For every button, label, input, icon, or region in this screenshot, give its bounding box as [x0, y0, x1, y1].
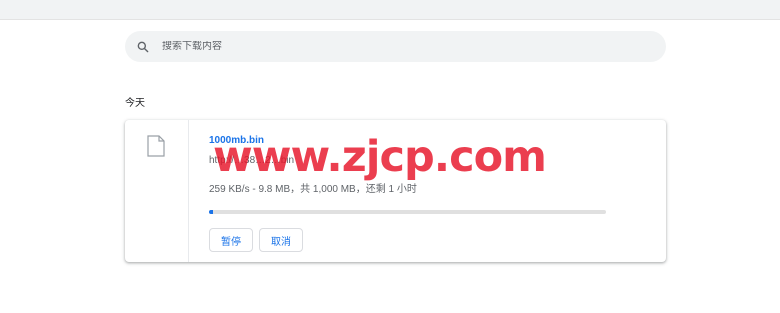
- search-bar[interactable]: [125, 31, 666, 62]
- download-filename-link[interactable]: 1000mb.bin: [209, 135, 649, 146]
- file-icon: [147, 135, 165, 157]
- download-actions: 暂停 取消: [209, 228, 303, 252]
- download-status-text: 259 KB/s - 9.8 MB，共 1,000 MB，还剩 1 小时: [209, 184, 417, 195]
- section-title-today: 今天: [125, 98, 145, 109]
- pause-button[interactable]: 暂停: [209, 228, 253, 252]
- file-icon-column: [125, 120, 189, 262]
- download-source-url: http://…38…2…bin: [209, 155, 295, 166]
- search-input[interactable]: [162, 41, 642, 52]
- top-toolbar: [0, 0, 780, 20]
- download-item-card: 1000mb.bin http://…38…2…bin 259 KB/s - 9…: [125, 120, 666, 262]
- cancel-button[interactable]: 取消: [259, 228, 303, 252]
- download-details: 1000mb.bin http://…38…2…bin 259 KB/s - 9…: [209, 135, 649, 195]
- search-icon: [137, 41, 149, 52]
- download-progress-fill: [209, 210, 213, 214]
- download-progress-bar: [209, 210, 606, 214]
